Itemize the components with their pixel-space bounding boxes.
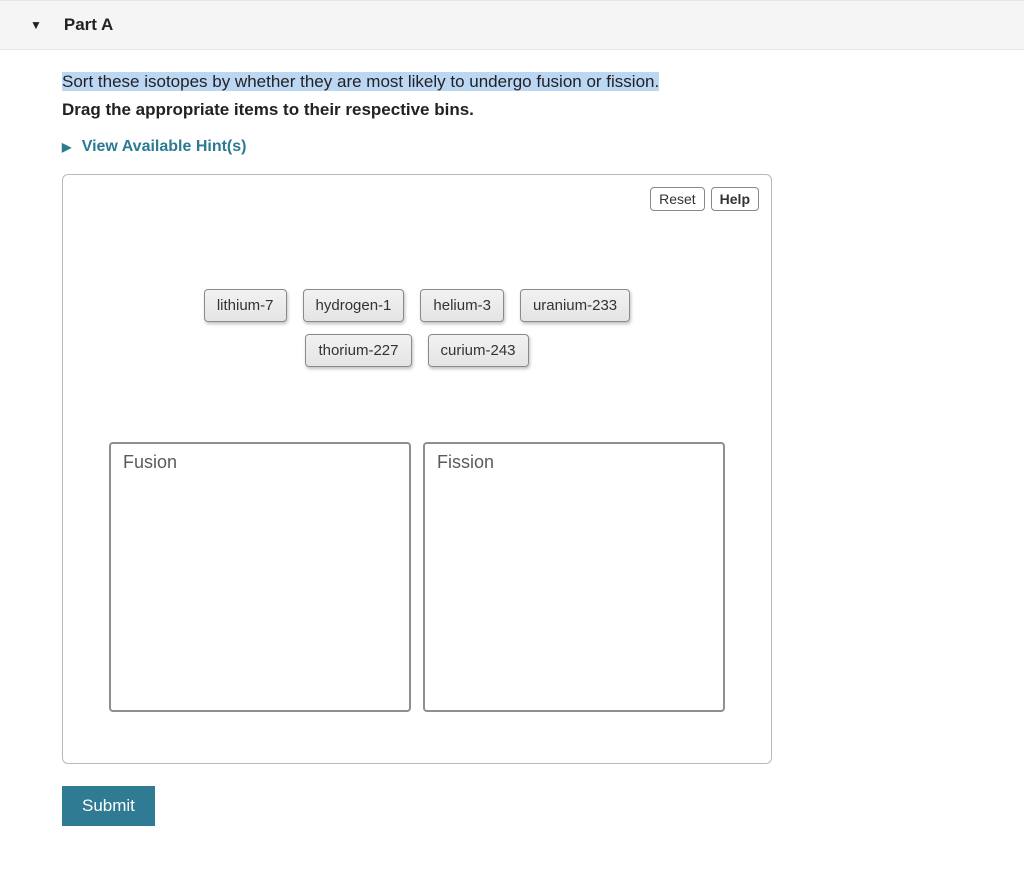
page-root: ▼ Part A Sort these isotopes by whether …: [0, 0, 1024, 846]
part-title: Part A: [64, 15, 113, 35]
bin-fission[interactable]: Fission: [423, 442, 725, 712]
part-header[interactable]: ▼ Part A: [0, 0, 1024, 50]
draggable-items-zone: lithium-7 hydrogen-1 helium-3 uranium-23…: [107, 289, 727, 367]
hints-label: View Available Hint(s): [82, 138, 247, 155]
drag-instructions: Drag the appropriate items to their resp…: [62, 100, 1024, 120]
submit-button[interactable]: Submit: [62, 786, 155, 826]
isotope-chip[interactable]: curium-243: [428, 334, 529, 367]
reset-button[interactable]: Reset: [650, 187, 705, 211]
question-prompt: Sort these isotopes by whether they are …: [62, 72, 1024, 92]
chevron-right-icon: ▶: [62, 140, 71, 154]
work-area: Reset Help lithium-7 hydrogen-1 helium-3…: [62, 174, 772, 764]
isotope-chip[interactable]: uranium-233: [520, 289, 630, 322]
work-area-toolbar: Reset Help: [650, 187, 759, 211]
isotope-chip[interactable]: helium-3: [420, 289, 504, 322]
help-button[interactable]: Help: [711, 187, 759, 211]
isotope-chip[interactable]: thorium-227: [305, 334, 411, 367]
content-area: Sort these isotopes by whether they are …: [0, 50, 1024, 846]
isotope-chip[interactable]: lithium-7: [204, 289, 287, 322]
submit-row: Submit: [62, 786, 1024, 826]
isotope-chip[interactable]: hydrogen-1: [303, 289, 405, 322]
collapse-triangle-icon[interactable]: ▼: [30, 18, 42, 32]
bin-label: Fusion: [123, 452, 397, 473]
drop-bins-row: Fusion Fission: [77, 442, 757, 732]
question-prompt-text: Sort these isotopes by whether they are …: [62, 72, 659, 91]
view-hints-toggle[interactable]: ▶ View Available Hint(s): [62, 138, 1024, 156]
bin-label: Fission: [437, 452, 711, 473]
bin-fusion[interactable]: Fusion: [109, 442, 411, 712]
